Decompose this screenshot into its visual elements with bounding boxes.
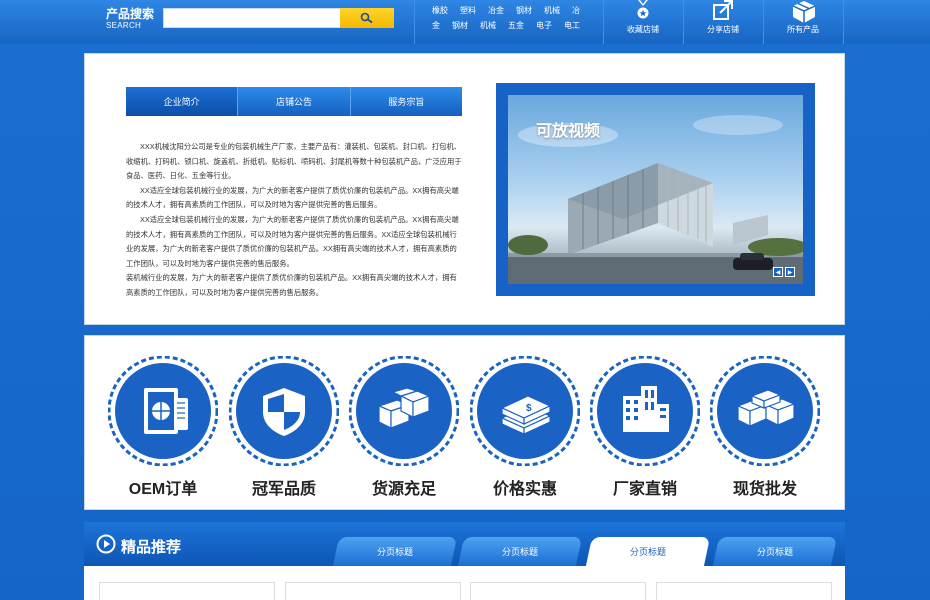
feature-direct-sale: 厂家直销 xyxy=(590,356,700,498)
feature-oem: OEM订单 xyxy=(108,356,218,498)
category-links: 橡胶 塑料 冶金 钢材 机械 冶 金 钢材 机械 五金 电子 电工 xyxy=(432,3,582,33)
feature-label: 现货批发 xyxy=(732,481,797,498)
feature-supply: 货源充足 xyxy=(349,356,459,498)
recommend-title: 精品推荐 xyxy=(121,539,182,556)
category-link[interactable]: 电子 xyxy=(536,20,552,31)
video-title: 可放视频 xyxy=(536,123,601,140)
feature-wholesale: 现货批发 xyxy=(710,356,820,498)
all-products-button[interactable]: 所有产品 xyxy=(763,0,843,44)
search-button[interactable] xyxy=(340,8,394,28)
category-link[interactable]: 机械 xyxy=(544,5,560,16)
tab-store-notice[interactable]: 店铺公告 xyxy=(238,87,351,116)
feature-quality: 冠军品质 xyxy=(229,356,339,498)
category-link[interactable]: 电工 xyxy=(564,20,580,31)
search-label: 产品搜索 SEARCH xyxy=(106,7,154,31)
play-icon xyxy=(96,534,116,554)
intro-paragraph: XX适应全球包装机械行业的发展，为广大的新老客户提供了质优价廉的包装机产品。XX… xyxy=(126,214,459,268)
all-products-label: 所有产品 xyxy=(787,25,819,34)
boxes-icon xyxy=(349,356,459,466)
share-store-label: 分享店铺 xyxy=(707,25,739,34)
category-link[interactable]: 冶 xyxy=(572,5,580,16)
feature-label: 厂家直销 xyxy=(612,481,677,498)
search-label-en: SEARCH xyxy=(106,21,142,30)
share-icon xyxy=(713,0,733,20)
favorite-store-button[interactable]: 收藏店铺 xyxy=(603,0,683,44)
category-link[interactable]: 冶金 xyxy=(488,5,504,16)
recommend-tab-label: 分页标题 xyxy=(756,547,793,557)
feature-label: 冠军品质 xyxy=(251,481,316,498)
category-row-2: 金 钢材 机械 五金 电子 电工 xyxy=(432,18,582,33)
category-link[interactable]: 塑料 xyxy=(460,5,476,16)
recommend-tab-label: 分页标题 xyxy=(376,547,413,557)
favorite-store-label: 收藏店铺 xyxy=(627,25,659,34)
recommend-tab-3[interactable]: 分页标题 xyxy=(585,537,711,566)
category-link[interactable]: 金 xyxy=(432,20,440,31)
category-link[interactable]: 钢材 xyxy=(452,20,468,31)
money-icon: $ xyxy=(470,356,580,466)
search-input[interactable] xyxy=(163,8,341,28)
intro-paragraph: XX适应全球包装机械行业的发展，为广大的新老客户提供了质优价廉的包装机产品。XX… xyxy=(126,185,459,210)
feature-label: 货源充足 xyxy=(371,481,436,498)
svg-text:$: $ xyxy=(526,403,532,414)
recommend-tab-2[interactable]: 分页标题 xyxy=(457,537,583,566)
intro-tabs: 企业简介 店铺公告 服务宗旨 xyxy=(126,87,462,116)
medal-icon xyxy=(637,0,649,19)
header-divider xyxy=(414,0,415,44)
video-thumbnail[interactable]: 可放视频 ◀ ▶ xyxy=(508,95,803,284)
passport-icon xyxy=(108,356,218,466)
search-icon xyxy=(360,12,373,24)
recommend-tab-label: 分页标题 xyxy=(501,547,538,557)
box-icon xyxy=(792,1,816,23)
category-link[interactable]: 五金 xyxy=(508,20,524,31)
shield-icon xyxy=(229,356,339,466)
share-store-button[interactable]: 分享店铺 xyxy=(683,0,763,44)
product-card[interactable] xyxy=(470,582,646,600)
feature-label: OEM订单 xyxy=(128,481,198,498)
header-divider xyxy=(843,0,844,44)
video-arrows: ◀ ▶ xyxy=(773,267,795,277)
search-label-cn: 产品搜索 xyxy=(106,7,155,21)
intro-paragraph: XXX机械沈阳分公司是专业的包装机械生产厂家，主要产品有：灌装机、包装机、封口机… xyxy=(126,142,462,181)
category-link[interactable]: 钢材 xyxy=(516,5,532,16)
prev-arrow-icon[interactable]: ◀ xyxy=(773,267,783,277)
cartons-icon xyxy=(710,356,820,466)
product-card[interactable] xyxy=(285,582,461,600)
product-card[interactable] xyxy=(99,582,275,600)
category-link[interactable]: 橡胶 xyxy=(432,5,448,16)
intro-paragraph: 装机械行业的发展，为广大的新老客户提供了质优价廉的包装机产品。XX拥有高尖端的技… xyxy=(126,273,457,297)
top-bar: 产品搜索 SEARCH 橡胶 塑料 冶金 钢材 机械 冶 金 钢材 机械 五金 … xyxy=(0,0,930,44)
category-link[interactable]: 机械 xyxy=(480,20,496,31)
company-intro-text: XXX机械沈阳分公司是专业的包装机械生产厂家，主要产品有：灌装机、包装机、封口机… xyxy=(126,140,462,301)
video-player[interactable]: 可放视频 ◀ ▶ xyxy=(496,83,815,296)
tab-company-profile[interactable]: 企业简介 xyxy=(126,87,239,116)
product-card[interactable] xyxy=(656,582,832,600)
recommend-tab-4[interactable]: 分页标题 xyxy=(712,537,838,566)
factory-icon xyxy=(590,356,700,466)
feature-label: 价格实惠 xyxy=(492,481,557,498)
category-row-1: 橡胶 塑料 冶金 钢材 机械 冶 xyxy=(432,3,582,18)
recommend-tab-1[interactable]: 分页标题 xyxy=(332,537,458,566)
feature-price: $ 价格实惠 xyxy=(470,356,580,498)
tab-service-policy[interactable]: 服务宗旨 xyxy=(350,87,462,116)
next-arrow-icon[interactable]: ▶ xyxy=(785,267,795,277)
recommend-tab-label: 分页标题 xyxy=(629,547,666,557)
